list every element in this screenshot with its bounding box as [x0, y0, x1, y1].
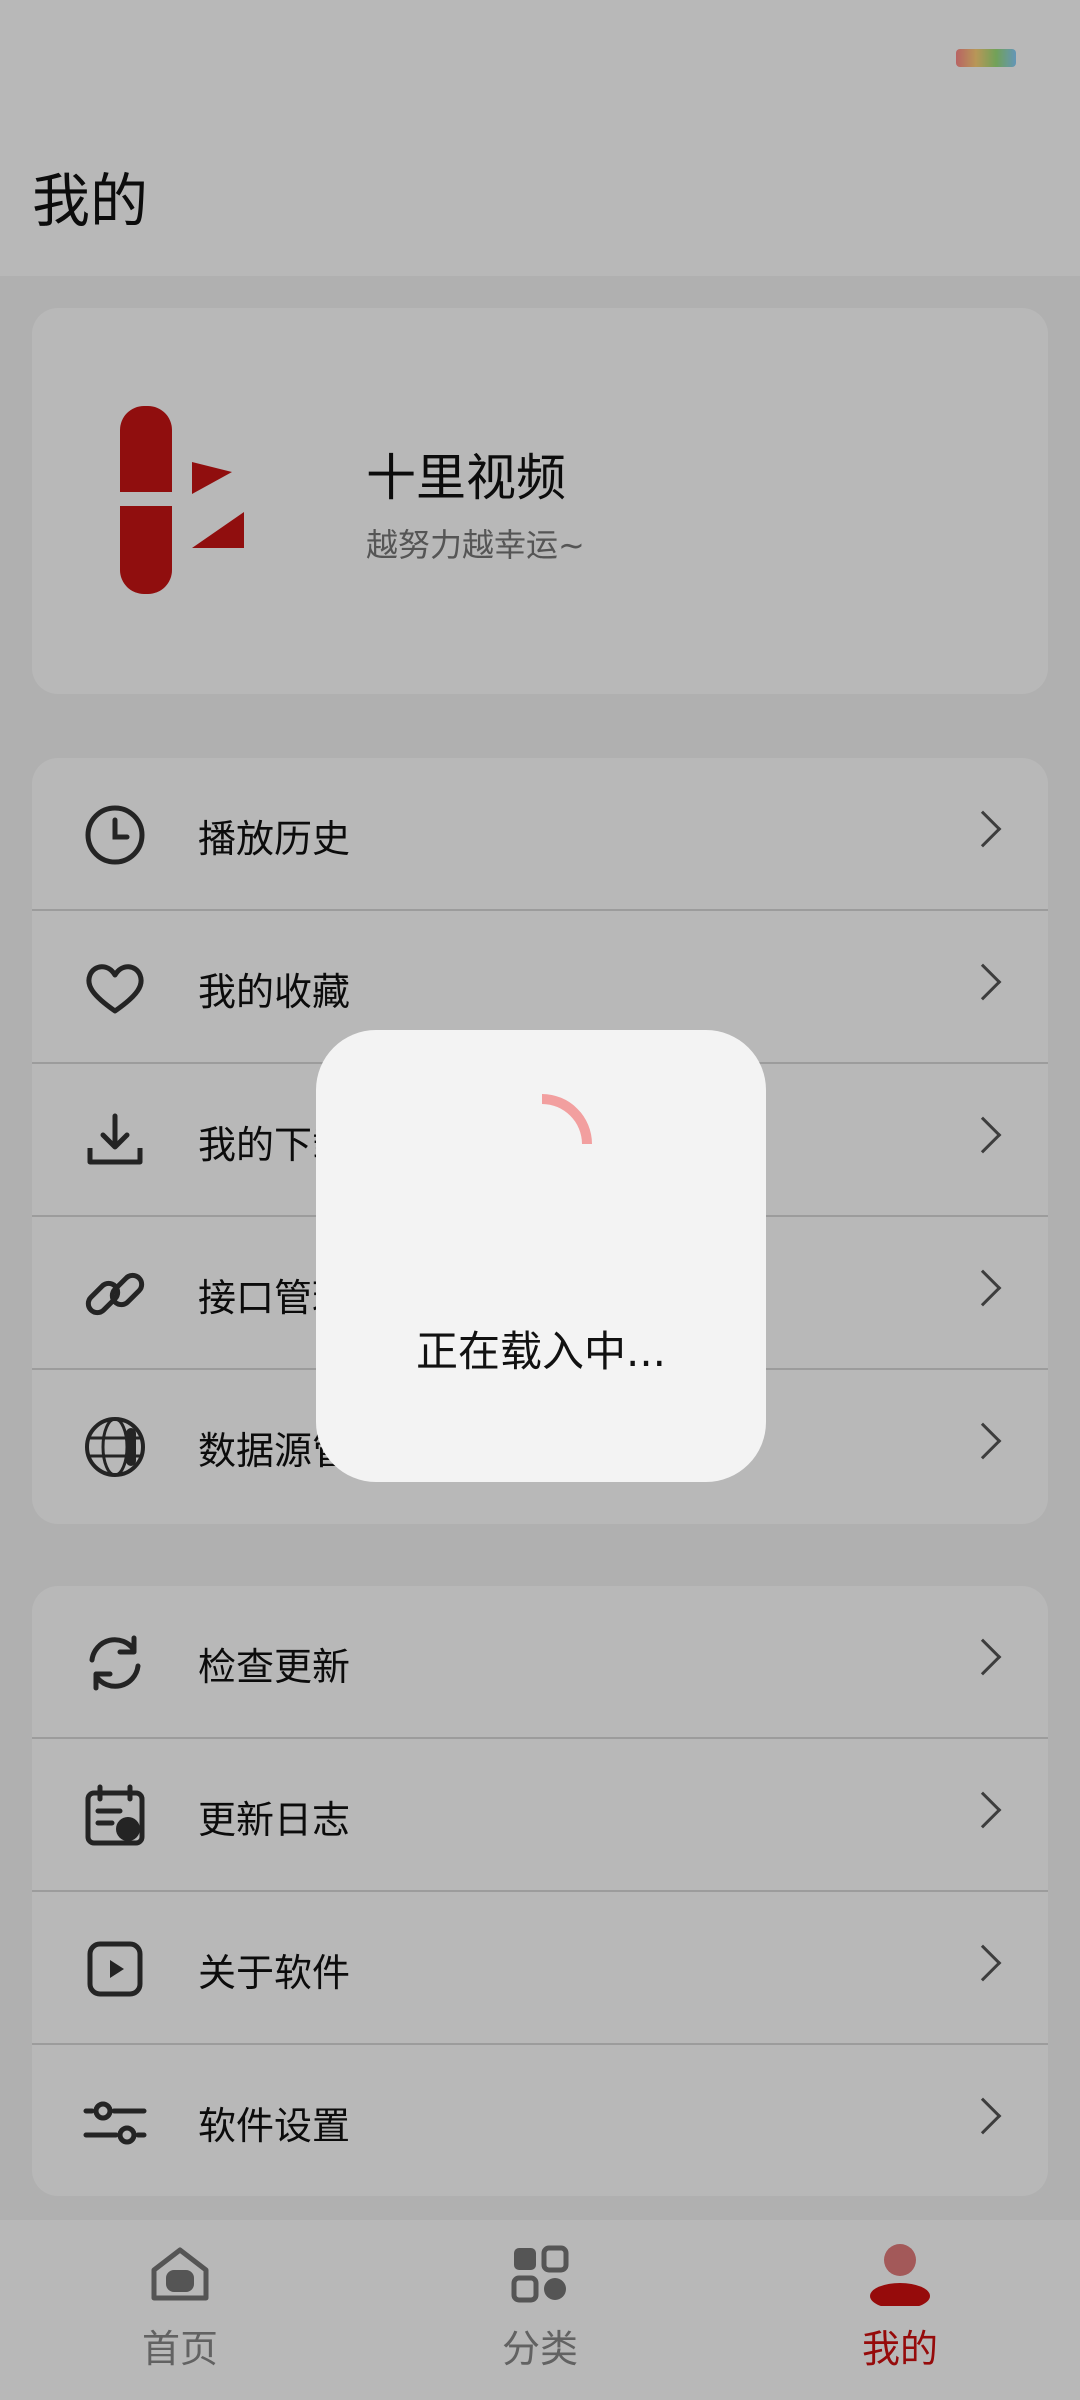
loading-text: 正在载入中...: [415, 1327, 667, 1376]
modal-overlay: 正在载入中...: [0, 0, 1080, 2400]
loading-dialog: 正在载入中...: [316, 1030, 766, 1482]
loading-spinner-icon: [471, 1073, 613, 1215]
